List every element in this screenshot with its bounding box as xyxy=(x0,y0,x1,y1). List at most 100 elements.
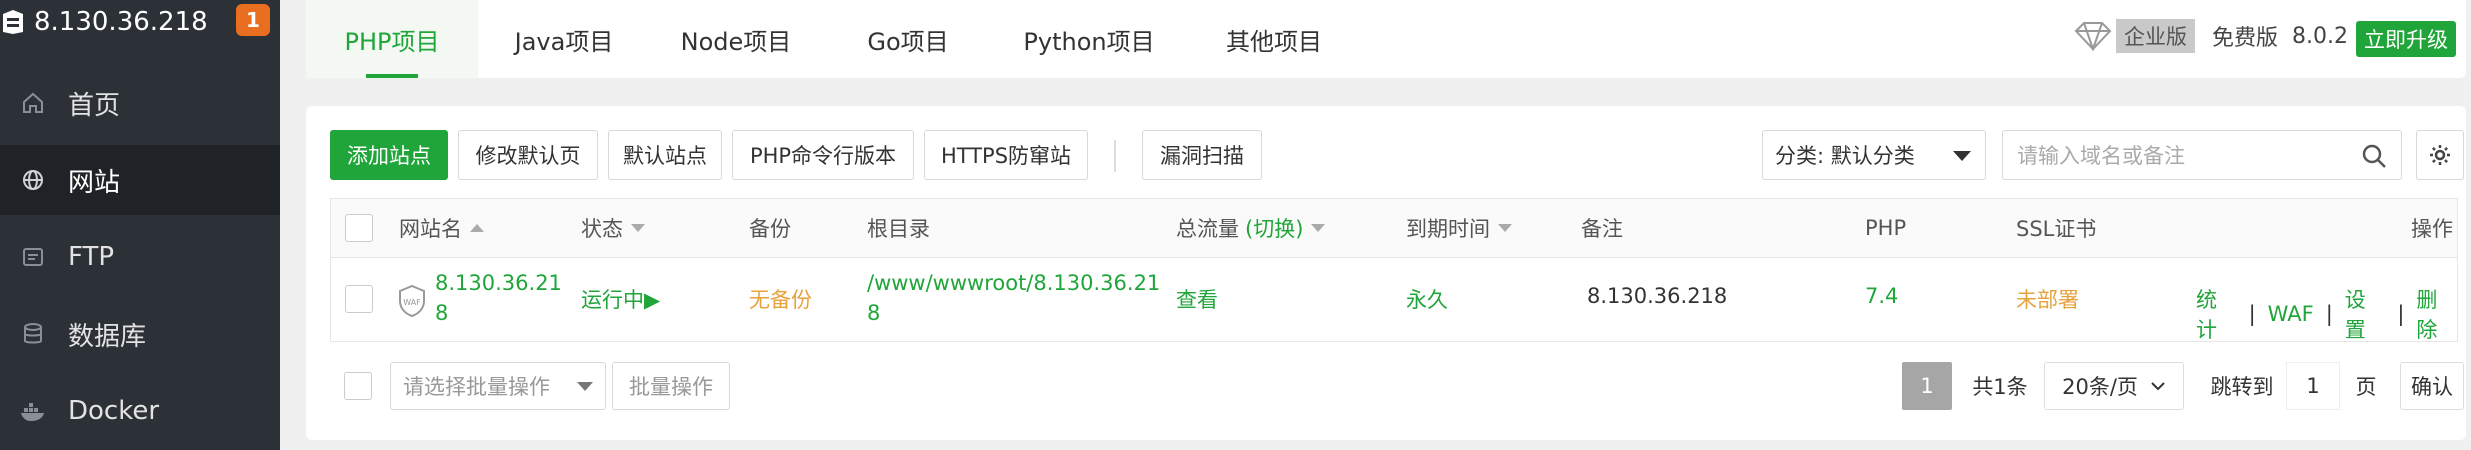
goto-label: 跳转到 xyxy=(2210,375,2274,399)
search-input[interactable]: 请输入域名或备注 xyxy=(2002,130,2402,180)
col-root-dir: 根目录 xyxy=(867,217,930,241)
batch-operation-select[interactable]: 请选择批量操作 xyxy=(390,362,606,410)
project-tabs-bar: PHP项目 Java项目 Node项目 Go项目 Python项目 其他项目 企… xyxy=(306,0,2466,78)
version-number: 8.0.2 xyxy=(2292,23,2348,49)
table-header: 网站名 状态 备份 根目录 总流量 (切换) 到期时间 备注 PHP SSL证书 … xyxy=(330,198,2458,258)
stats-link[interactable]: 统计 xyxy=(2196,284,2237,344)
col-status-label: 状态 xyxy=(581,217,623,241)
traffic-view-link[interactable]: 查看 xyxy=(1176,284,1218,314)
toolbar-divider xyxy=(1114,140,1116,172)
category-select[interactable]: 分类: 默认分类 xyxy=(1762,130,1986,180)
caret-down-icon xyxy=(577,382,593,391)
enterprise-edition[interactable]: 企业版 xyxy=(2074,16,2195,56)
tab-php[interactable]: PHP项目 xyxy=(306,0,478,78)
docker-icon xyxy=(20,398,46,424)
col-ssl: SSL证书 xyxy=(2016,217,2097,241)
col-traffic-label: 总流量 xyxy=(1176,217,1239,241)
backup-status[interactable]: 无备份 xyxy=(749,284,812,314)
sidebar-item-ftp[interactable]: FTP xyxy=(0,222,280,292)
sort-up-icon xyxy=(470,224,484,232)
database-icon xyxy=(20,321,46,347)
col-expire[interactable]: 到期时间 xyxy=(1406,199,1512,257)
delete-link[interactable]: 删除 xyxy=(2416,284,2457,344)
sidebar-item-docker[interactable]: Docker xyxy=(0,376,280,446)
col-status[interactable]: 状态 xyxy=(581,199,645,257)
site-list-panel: 添加站点 修改默认页 默认站点 PHP命令行版本 HTTPS防窜站 漏洞扫描 分… xyxy=(306,106,2466,440)
goto-page-input[interactable]: 1 xyxy=(2286,362,2340,410)
goto-confirm-button[interactable]: 确认 xyxy=(2400,362,2464,410)
sidebar-item-label: 首页 xyxy=(68,90,121,121)
tab-java[interactable]: Java项目 xyxy=(478,0,650,78)
tab-node[interactable]: Node项目 xyxy=(650,0,822,78)
col-backup: 备份 xyxy=(749,217,791,241)
batch-operation-button[interactable]: 批量操作 xyxy=(612,362,730,410)
sidebar-item-label: FTP xyxy=(68,242,115,272)
action-separator: | xyxy=(2248,302,2256,326)
tab-python[interactable]: Python项目 xyxy=(994,0,1184,78)
free-edition-label: 免费版 xyxy=(2212,26,2279,51)
page-size-value: 20条/页 xyxy=(2062,375,2138,399)
page-size-select[interactable]: 20条/页 xyxy=(2044,362,2184,410)
col-php: PHP xyxy=(1865,216,1907,240)
php-cli-version-button[interactable]: PHP命令行版本 xyxy=(732,130,914,180)
settings-link[interactable]: 设置 xyxy=(2345,284,2386,344)
action-separator: | xyxy=(2325,302,2333,326)
vuln-scan-button[interactable]: 漏洞扫描 xyxy=(1142,130,1262,180)
footer-select-all-checkbox[interactable] xyxy=(344,372,372,400)
svg-text:WAF: WAF xyxy=(403,298,421,307)
sidebar-item-label: 数据库 xyxy=(68,321,147,352)
tab-go[interactable]: Go项目 xyxy=(822,0,994,78)
diamond-icon xyxy=(2074,21,2112,51)
category-select-value: 分类: 默认分类 xyxy=(1775,144,1915,168)
root-dir-link[interactable]: /www/wwwroot/8.130.36.21 8 xyxy=(867,268,1160,328)
col-site-name-label: 网站名 xyxy=(399,217,462,241)
site-name-link[interactable]: 8.130.36.21 8 xyxy=(435,268,562,328)
edit-default-page-button[interactable]: 修改默认页 xyxy=(458,130,598,180)
sort-down-icon xyxy=(1311,224,1326,232)
default-site-button[interactable]: 默认站点 xyxy=(608,130,722,180)
gear-icon xyxy=(2428,143,2452,167)
upgrade-button[interactable]: 立即升级 xyxy=(2356,21,2456,57)
php-version-link[interactable]: 7.4 xyxy=(1865,284,1898,308)
status-running[interactable]: 运行中▶ xyxy=(581,284,660,314)
col-traffic[interactable]: 总流量 (切换) xyxy=(1176,199,1326,257)
server-icon xyxy=(2,9,24,35)
https-guard-button[interactable]: HTTPS防窜站 xyxy=(924,130,1088,180)
home-icon xyxy=(20,90,46,116)
sort-down-icon xyxy=(1498,224,1512,232)
search-icon[interactable] xyxy=(2361,143,2387,169)
chevron-down-icon xyxy=(2150,381,2166,391)
ssl-status[interactable]: 未部署 xyxy=(2016,284,2079,314)
add-site-button[interactable]: 添加站点 xyxy=(330,130,448,180)
col-expire-label: 到期时间 xyxy=(1406,217,1490,241)
col-remark: 备注 xyxy=(1581,217,1623,241)
waf-shield-icon: WAF xyxy=(397,284,427,318)
remark-value[interactable]: 8.130.36.218 xyxy=(1587,284,1727,308)
action-separator: | xyxy=(2397,302,2405,326)
sidebar-item-website[interactable]: 网站 xyxy=(0,145,280,215)
col-site-name[interactable]: 网站名 xyxy=(399,199,484,257)
page-unit-label: 页 xyxy=(2355,375,2377,399)
expire-value[interactable]: 永久 xyxy=(1406,284,1448,314)
notification-badge[interactable]: 1 xyxy=(236,4,270,36)
table-row: WAF 8.130.36.21 8 运行中▶ 无备份 /www/wwwroot/… xyxy=(330,258,2458,342)
total-count: 共1条 xyxy=(1972,375,2028,399)
row-actions: 统计 | WAF | 设置 | 删除 xyxy=(2196,284,2457,344)
enterprise-label: 企业版 xyxy=(2116,19,2195,53)
sidebar-item-database[interactable]: 数据库 xyxy=(0,299,280,369)
col-ops: 操作 xyxy=(2411,217,2453,241)
sidebar-header: 8.130.36.218 1 xyxy=(0,0,280,44)
sidebar-item-home[interactable]: 首页 xyxy=(0,68,280,138)
traffic-switch-link[interactable]: (切换) xyxy=(1245,213,1303,243)
row-checkbox[interactable] xyxy=(345,285,373,313)
waf-link[interactable]: WAF xyxy=(2268,302,2314,326)
page-1-button[interactable]: 1 xyxy=(1902,362,1952,410)
tab-other[interactable]: 其他项目 xyxy=(1184,0,1364,78)
sidebar-item-label: 网站 xyxy=(68,167,121,198)
batch-select-placeholder: 请选择批量操作 xyxy=(403,375,550,399)
settings-button[interactable] xyxy=(2416,130,2464,180)
caret-down-icon xyxy=(1953,151,1971,161)
site-name-line2: 8 xyxy=(435,301,449,325)
root-dir-line1: /www/wwwroot/8.130.36.21 xyxy=(867,271,1161,295)
select-all-checkbox[interactable] xyxy=(345,214,373,242)
